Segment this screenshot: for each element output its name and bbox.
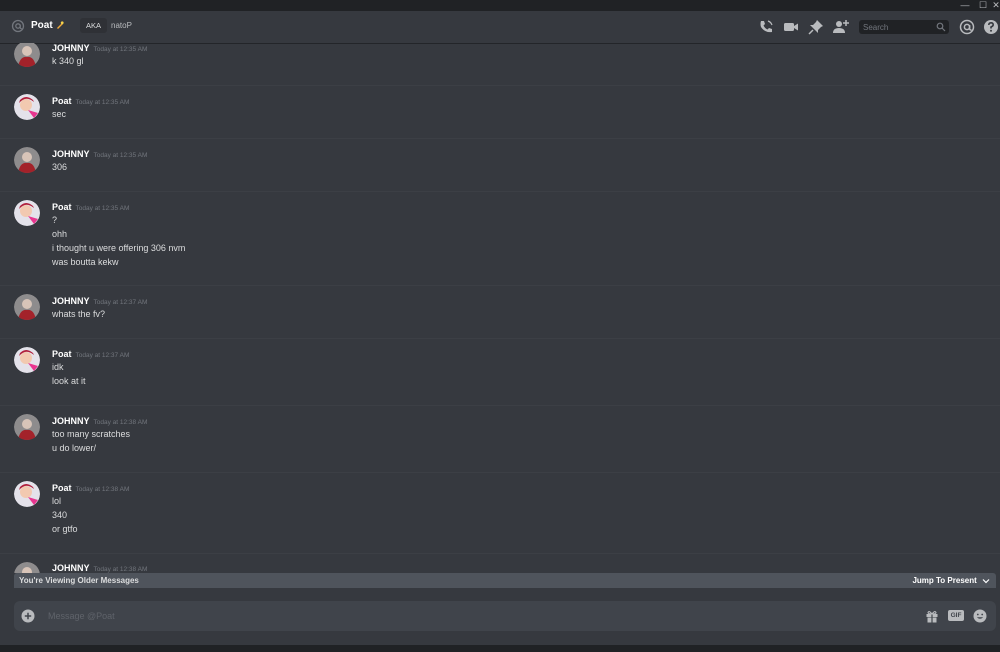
- help-icon[interactable]: [982, 18, 1000, 36]
- chevron-down-icon: [982, 578, 990, 584]
- channel-header: Poat AKA natoP: [0, 11, 1000, 43]
- aka-badge: AKA: [80, 18, 108, 33]
- gift-icon[interactable]: [925, 609, 939, 623]
- emoji-icon[interactable]: [973, 609, 987, 623]
- message-divider: [0, 138, 1000, 139]
- aka-nickname: natoP: [111, 21, 132, 30]
- message-divider: [0, 338, 1000, 339]
- search-box[interactable]: [859, 20, 949, 34]
- message-text: too many scratches: [52, 429, 131, 439]
- message-author[interactable]: JOHNNY: [52, 43, 90, 53]
- pin-icon[interactable]: [807, 18, 825, 36]
- message-timestamp: Today at 12:35 AM: [75, 99, 130, 106]
- avatar[interactable]: [14, 94, 40, 120]
- search-input[interactable]: [863, 20, 933, 34]
- message-text: ?: [52, 215, 58, 225]
- message-author[interactable]: Poat: [52, 96, 72, 106]
- status-emoji-icon: [57, 21, 64, 29]
- older-messages-bar: You're Viewing Older Messages Jump To Pr…: [14, 573, 996, 588]
- message-text: u do lower/: [52, 443, 97, 453]
- older-messages-notice: You're Viewing Older Messages: [19, 576, 139, 585]
- message-author[interactable]: Poat: [52, 202, 72, 212]
- gif-icon[interactable]: GIF: [948, 610, 964, 621]
- message-author[interactable]: JOHNNY: [52, 416, 90, 426]
- avatar[interactable]: [14, 481, 40, 507]
- message-timestamp: Today at 12:37 AM: [93, 299, 148, 306]
- message-timestamp: Today at 12:38 AM: [75, 486, 130, 493]
- jump-to-present-button[interactable]: Jump To Present: [912, 576, 990, 585]
- message-input[interactable]: [48, 608, 848, 624]
- avatar[interactable]: [14, 147, 40, 173]
- message-author[interactable]: Poat: [52, 483, 72, 493]
- message-text: lol: [52, 496, 62, 506]
- message-list[interactable]: JOHNNY Today at 12:35 AM k 340 gl Poat Tod…: [0, 43, 1000, 573]
- message-timestamp: Today at 12:38 AM: [93, 566, 148, 573]
- message-timestamp: Today at 12:35 AM: [75, 205, 130, 212]
- message-timestamp: Today at 12:37 AM: [75, 352, 130, 359]
- message-author[interactable]: JOHNNY: [52, 296, 90, 306]
- minimize-button[interactable]: —: [956, 0, 974, 11]
- message-text: was boutta kekw: [52, 257, 119, 267]
- close-window-button[interactable]: ✕: [992, 0, 1000, 11]
- message-text: look at it: [52, 376, 86, 386]
- message-text: 340: [52, 510, 68, 520]
- message-timestamp: Today at 12:38 AM: [93, 419, 148, 426]
- window-titlebar: — ☐ ✕: [0, 0, 1000, 11]
- window-bottom-edge: [0, 645, 1000, 652]
- message-divider: [0, 472, 1000, 473]
- maximize-button[interactable]: ☐: [974, 0, 992, 11]
- message-text: whats the fv?: [52, 309, 106, 319]
- avatar[interactable]: [14, 294, 40, 320]
- message-divider: [0, 191, 1000, 192]
- jump-to-present-label: Jump To Present: [912, 576, 977, 585]
- avatar[interactable]: [14, 562, 40, 573]
- avatar[interactable]: [14, 200, 40, 226]
- video-icon[interactable]: [782, 18, 800, 36]
- message-divider: [0, 285, 1000, 286]
- message-text: or gtfo: [52, 524, 78, 534]
- message-composer: GIF: [14, 601, 996, 631]
- message-text: k 340 gl: [52, 56, 84, 66]
- message-text: i thought u were offering 306 nvm: [52, 243, 186, 253]
- avatar[interactable]: [14, 347, 40, 373]
- mention-icon[interactable]: [958, 18, 976, 36]
- at-icon: [11, 19, 25, 33]
- message-author[interactable]: JOHNNY: [52, 149, 90, 159]
- message-timestamp: Today at 12:35 AM: [93, 152, 148, 159]
- add-friend-icon[interactable]: [832, 18, 850, 36]
- avatar[interactable]: [14, 414, 40, 440]
- message-text: 306: [52, 162, 68, 172]
- message-text: sec: [52, 109, 67, 119]
- message-text: ohh: [52, 229, 68, 239]
- avatar[interactable]: [14, 43, 40, 67]
- message-divider: [0, 85, 1000, 86]
- dm-recipient-name: Poat: [31, 20, 53, 31]
- message-author[interactable]: Poat: [52, 349, 72, 359]
- search-icon: [936, 22, 946, 32]
- phone-call-icon[interactable]: [757, 18, 775, 36]
- message-divider: [0, 405, 1000, 406]
- add-attachment-icon[interactable]: [21, 609, 35, 623]
- message-divider: [0, 553, 1000, 554]
- message-text: idk: [52, 362, 64, 372]
- message-author[interactable]: JOHNNY: [52, 563, 90, 573]
- message-timestamp: Today at 12:35 AM: [93, 46, 148, 53]
